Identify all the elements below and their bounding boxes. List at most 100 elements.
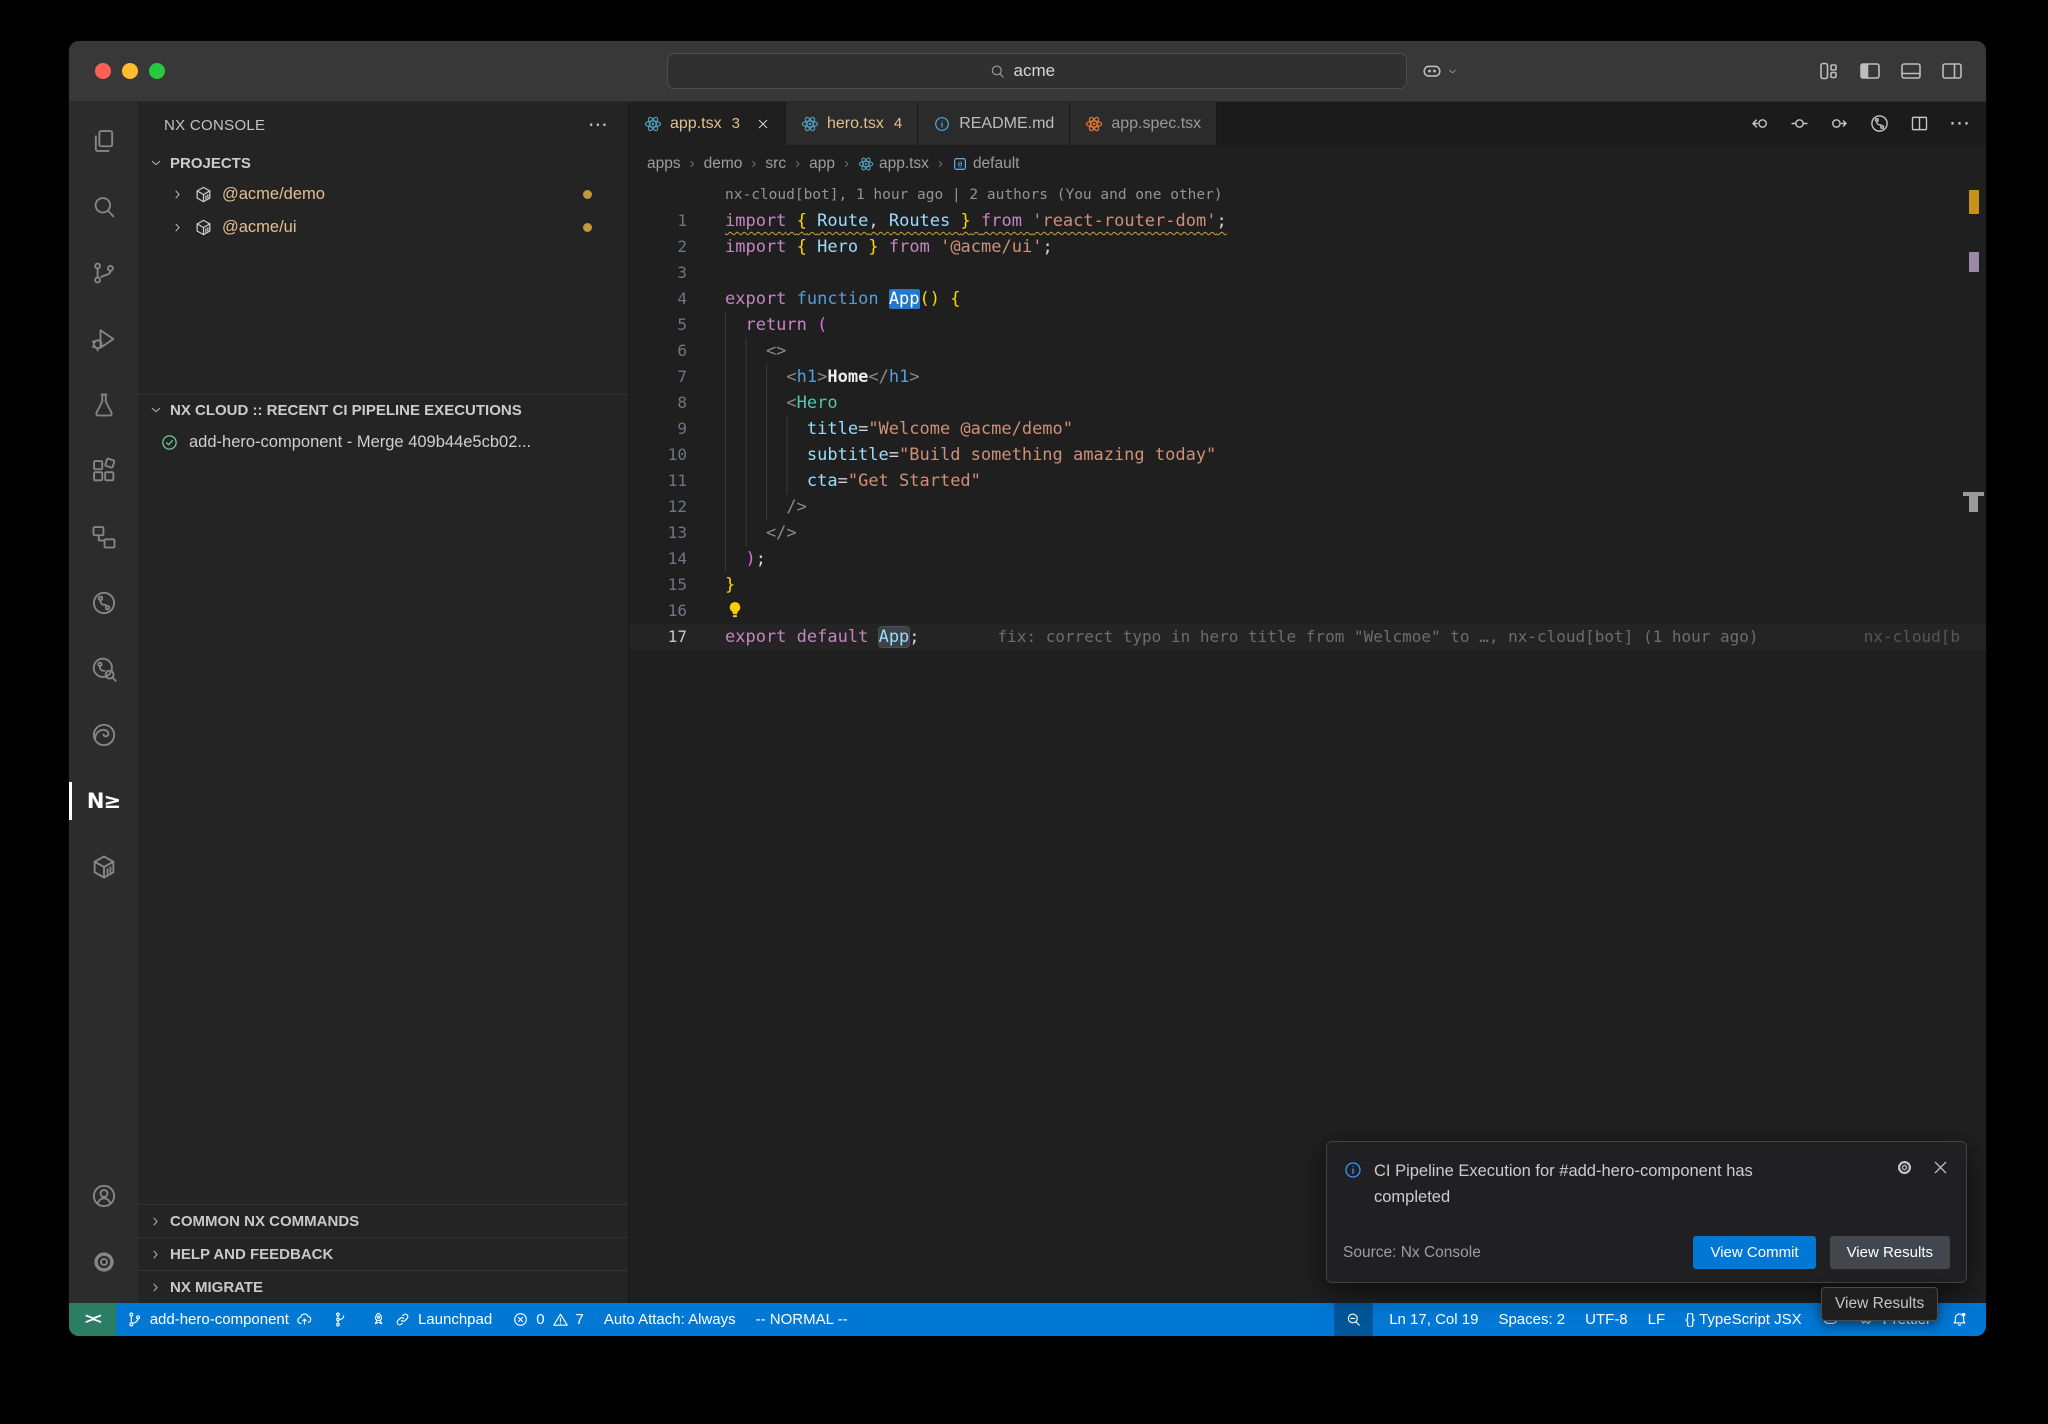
project-item[interactable]: @acme/ui <box>138 211 628 244</box>
notification-settings-icon[interactable] <box>1895 1158 1914 1177</box>
status-language-mode[interactable]: {} TypeScript JSX <box>1675 1303 1811 1336</box>
code-line-5[interactable]: 5return ( <box>629 312 1986 338</box>
toggle-primary-sidebar-button[interactable] <box>1858 59 1882 83</box>
code-line-8[interactable]: 8<Hero <box>629 390 1986 416</box>
code-line-6[interactable]: 6<> <box>629 338 1986 364</box>
code-line-2[interactable]: 2import { Hero } from '@acme/ui'; <box>629 234 1986 260</box>
zoom-window-button[interactable] <box>149 63 165 79</box>
minimize-window-button[interactable] <box>122 63 138 79</box>
nav-back-button[interactable] <box>1749 113 1770 134</box>
activity-item-package-explorer[interactable] <box>69 834 138 900</box>
symbol-default-icon: @ <box>952 156 968 172</box>
search-icon <box>90 193 118 221</box>
lightbulb-icon[interactable] <box>725 600 745 622</box>
code-area[interactable]: nx-cloud[bot], 1 hour ago | 2 authors (Y… <box>629 182 1986 650</box>
line-content: cta="Get Started" <box>725 468 981 494</box>
tab-app.tsx[interactable]: app.tsx3 <box>629 102 786 145</box>
code-lens-blame[interactable]: nx-cloud[bot], 1 hour ago | 2 authors (Y… <box>725 182 1986 208</box>
inline-blame: fix: correct typo in hero title from "We… <box>920 627 1759 646</box>
cube-icon <box>90 853 118 881</box>
line-content: } <box>725 572 735 598</box>
status-vim-mode[interactable]: -- NORMAL -- <box>746 1303 858 1336</box>
pipeline-execution-item[interactable]: add-hero-component - Merge 409b44e5cb02.… <box>138 425 628 459</box>
activity-item-gitlens[interactable] <box>69 570 138 636</box>
more-actions-icon[interactable]: ⋯ <box>588 115 608 135</box>
code-line-9[interactable]: 9title="Welcome @acme/demo" <box>629 416 1986 442</box>
status-launchpad[interactable]: Launchpad <box>360 1303 502 1336</box>
tab-hero.tsx[interactable]: hero.tsx4 <box>786 102 918 145</box>
vscode-window: ←→ N≥ NX CONSOLE ⋯ PROJECTS @acme/demo@a… <box>68 40 1987 1337</box>
gitlens-graph-button[interactable] <box>1869 113 1890 134</box>
breadcrumb-item-app[interactable]: app <box>809 155 835 173</box>
status-problems[interactable]: 07 <box>502 1303 594 1336</box>
status-git-branch[interactable]: add-hero-component <box>116 1303 323 1336</box>
section-nx-migrate[interactable]: NX MIGRATE <box>138 1270 628 1303</box>
breadcrumb-item-apps[interactable]: apps <box>647 155 681 173</box>
split-editor-button[interactable] <box>1909 113 1930 134</box>
status-eol[interactable]: LF <box>1638 1303 1676 1336</box>
status-commit-graph[interactable] <box>323 1303 360 1336</box>
code-line-12[interactable]: 12/> <box>629 494 1986 520</box>
section-projects[interactable]: PROJECTS <box>138 148 628 178</box>
status-label: Launchpad <box>418 1311 492 1328</box>
view-commit-button[interactable]: View Commit <box>1693 1236 1815 1269</box>
account-icon <box>90 1182 118 1210</box>
tab-README.md[interactable]: README.md <box>918 102 1070 145</box>
code-line-7[interactable]: 7<h1>Home</h1> <box>629 364 1986 390</box>
activity-item-search[interactable] <box>69 174 138 240</box>
close-tab-icon[interactable] <box>756 117 770 131</box>
code-line-4[interactable]: 4export function App() { <box>629 286 1986 312</box>
activity-item-testing[interactable] <box>69 372 138 438</box>
activity-item-accounts[interactable] <box>69 1163 138 1229</box>
view-results-button[interactable]: View Results <box>1830 1236 1950 1269</box>
activity-item-explorer[interactable] <box>69 108 138 174</box>
status-zoom-indicator[interactable] <box>1334 1303 1373 1336</box>
search-input[interactable] <box>1012 60 1086 82</box>
activity-item-source-control[interactable] <box>69 240 138 306</box>
breadcrumb-label: app <box>809 155 835 173</box>
project-item[interactable]: @acme/demo <box>138 178 628 211</box>
activity-item-manage-settings[interactable] <box>69 1229 138 1295</box>
code-line-1[interactable]: 1import { Route, Routes } from 'react-ro… <box>629 208 1986 234</box>
activity-item-run-and-debug[interactable] <box>69 306 138 372</box>
nav-position-button[interactable] <box>1789 113 1810 134</box>
activity-item-extensions[interactable] <box>69 438 138 504</box>
section-nx-cloud[interactable]: NX CLOUD :: RECENT CI PIPELINE EXECUTION… <box>138 395 628 425</box>
activity-item-project-details[interactable] <box>69 504 138 570</box>
close-icon[interactable] <box>1931 1158 1950 1177</box>
code-line-16[interactable]: 16 <box>629 598 1986 624</box>
status-indentation[interactable]: Spaces: 2 <box>1488 1303 1575 1336</box>
code-line-15[interactable]: 15} <box>629 572 1986 598</box>
activity-item-gitlens-inspect[interactable] <box>69 636 138 702</box>
more-actions-button[interactable]: ⋯ <box>1949 113 1970 134</box>
customize-layout-button[interactable] <box>1817 59 1841 83</box>
breadcrumb-item-demo[interactable]: demo <box>704 155 743 173</box>
tab-app.spec.tsx[interactable]: app.spec.tsx <box>1070 102 1217 145</box>
debug-icon <box>90 325 118 353</box>
activity-item-edge-devtools[interactable] <box>69 702 138 768</box>
breadcrumb-item-src[interactable]: src <box>765 155 786 173</box>
status-remote-indicator[interactable]: >< <box>69 1303 116 1336</box>
nav-forward-button[interactable] <box>1829 113 1850 134</box>
code-line-3[interactable]: 3 <box>629 260 1986 286</box>
code-line-17[interactable]: 17export default App;fix: correct typo i… <box>629 624 1986 650</box>
toggle-panel-button[interactable] <box>1899 59 1923 83</box>
code-line-14[interactable]: 14); <box>629 546 1986 572</box>
section-common-nx-commands[interactable]: COMMON NX COMMANDS <box>138 1204 628 1237</box>
section-help-and-feedback[interactable]: HELP AND FEEDBACK <box>138 1237 628 1270</box>
code-line-13[interactable]: 13</> <box>629 520 1986 546</box>
code-line-10[interactable]: 10subtitle="Build something amazing toda… <box>629 442 1986 468</box>
close-window-button[interactable] <box>95 63 111 79</box>
status-encoding[interactable]: UTF-8 <box>1575 1303 1638 1336</box>
command-center-search[interactable] <box>667 53 1407 89</box>
status-cursor-position[interactable]: Ln 17, Col 19 <box>1379 1303 1488 1336</box>
breadcrumb-item-default[interactable]: @default <box>952 155 1020 173</box>
copilot-menu[interactable] <box>1421 60 1459 82</box>
status-auto-attach[interactable]: Auto Attach: Always <box>594 1303 746 1336</box>
line-number: 16 <box>629 598 687 624</box>
status-notifications-bell[interactable] <box>1941 1303 1978 1336</box>
toggle-secondary-sidebar-button[interactable] <box>1940 59 1964 83</box>
code-line-11[interactable]: 11cta="Get Started" <box>629 468 1986 494</box>
breadcrumb-item-app.tsx[interactable]: app.tsx <box>858 155 929 173</box>
activity-item-nx-console[interactable]: N≥ <box>69 768 138 834</box>
